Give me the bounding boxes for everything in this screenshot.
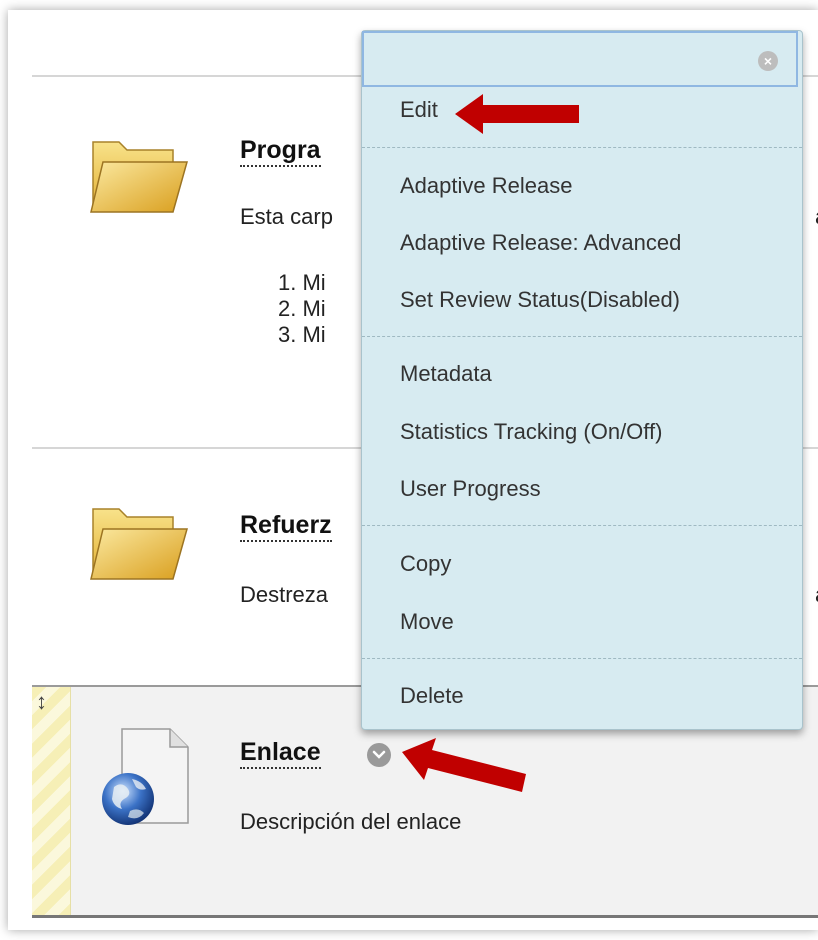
item-title[interactable]: Enlace bbox=[240, 738, 321, 769]
divider bbox=[362, 525, 802, 526]
item-title[interactable]: Refuerz bbox=[240, 511, 332, 542]
menu-item-metadata[interactable]: Metadata bbox=[400, 361, 492, 387]
list-item: 1. Mi bbox=[278, 270, 326, 295]
menu-item-user-progress[interactable]: User Progress bbox=[400, 476, 541, 502]
drag-strip[interactable]: ↕ bbox=[32, 687, 71, 915]
item-title[interactable]: Progra bbox=[240, 136, 321, 167]
list-item: 3. Mi bbox=[278, 322, 326, 347]
chevron-down-icon[interactable] bbox=[367, 743, 391, 767]
folder-icon bbox=[90, 508, 188, 580]
clear-icon[interactable]: × bbox=[758, 51, 778, 71]
item-description: Destreza bbox=[240, 582, 329, 607]
folder-icon bbox=[90, 141, 188, 213]
menu-item-adaptive-release-advanced[interactable]: Adaptive Release: Advanced bbox=[400, 230, 681, 256]
web-link-icon bbox=[102, 728, 189, 825]
menu-item-edit[interactable]: Edit bbox=[400, 97, 438, 123]
divider bbox=[362, 147, 802, 148]
menu-item-delete[interactable]: Delete bbox=[400, 683, 464, 709]
drag-handle-icon[interactable]: ↕ bbox=[36, 691, 47, 713]
item-description: Descripción del enlace bbox=[240, 809, 462, 834]
divider bbox=[362, 658, 802, 659]
menu-search-field[interactable]: × bbox=[362, 31, 798, 87]
menu-item-copy[interactable]: Copy bbox=[400, 551, 451, 577]
annotation-arrow-icon bbox=[455, 94, 579, 134]
menu-item-adaptive-release[interactable]: Adaptive Release bbox=[400, 173, 572, 199]
list-item: 2. Mi bbox=[278, 296, 326, 321]
menu-item-move[interactable]: Move bbox=[400, 609, 454, 635]
divider bbox=[362, 336, 802, 337]
item-description: Esta carp bbox=[240, 204, 333, 229]
item-sublist: 1. Mi 2. Mi 3. Mi bbox=[278, 270, 326, 348]
menu-item-set-review-status[interactable]: Set Review Status(Disabled) bbox=[400, 287, 680, 313]
menu-item-statistics-tracking[interactable]: Statistics Tracking (On/Off) bbox=[400, 419, 662, 445]
annotation-arrow-icon bbox=[402, 738, 526, 792]
